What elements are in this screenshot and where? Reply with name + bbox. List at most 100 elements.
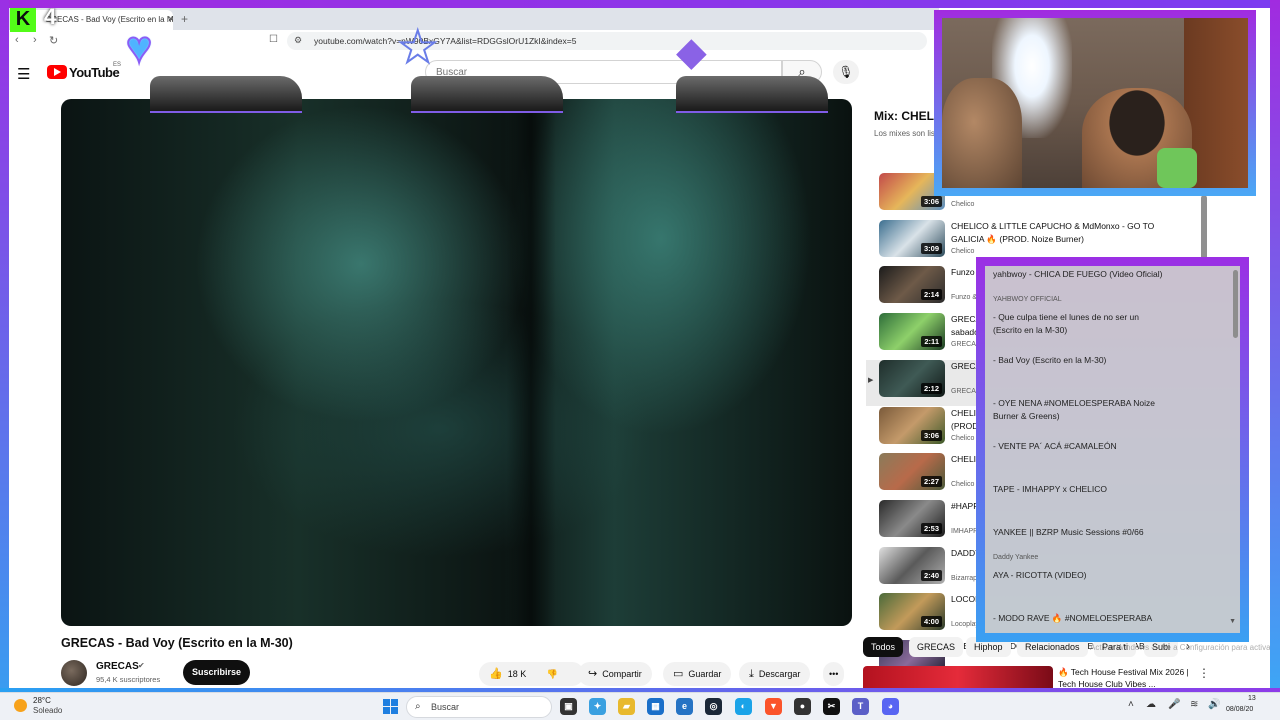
playlist-item-channel: Chelico: [951, 434, 975, 442]
clock-time[interactable]: 13: [1248, 695, 1256, 702]
playlist-thumbnail[interactable]: 2:27: [879, 453, 945, 491]
playlist-thumbnail[interactable]: 2:40: [879, 546, 945, 584]
site-info-icon[interactable]: ⚙: [294, 35, 302, 46]
taskbar-search-label: Buscar: [431, 702, 460, 712]
video-duration: 2:14: [920, 289, 942, 301]
stream-frame-left: [0, 0, 9, 692]
chip-0[interactable]: Todos: [863, 637, 904, 657]
video-duration: 2:53: [920, 522, 942, 534]
store-icon[interactable]: ▦: [647, 698, 664, 715]
playlist-thumbnail[interactable]: 2:53: [879, 499, 945, 537]
bookmark-icon[interactable]: ☐: [269, 34, 278, 45]
teams-icon[interactable]: T: [852, 698, 869, 715]
scroll-down-icon[interactable]: ▼: [1229, 618, 1236, 625]
webcam-feed: [942, 18, 1248, 188]
thumbs-up-icon: 👍: [489, 668, 503, 680]
overlay-item-title: - Que culpa tiene el lunes de no ser un …: [993, 312, 1140, 335]
url-field[interactable]: ⚙ youtube.com/watch?v=nW90BxGY7A&list=RD…: [287, 32, 927, 50]
heart-icon: ♥: [125, 23, 153, 72]
volume-icon[interactable]: 🔊: [1208, 699, 1220, 710]
overlay-item-title: - Bad Voy (Escrito en la M-30): [993, 355, 1107, 365]
tray-chevron-icon[interactable]: ˄: [1128, 699, 1134, 710]
new-tab-icon[interactable]: +: [181, 12, 188, 26]
video-duration: 3:09: [920, 242, 942, 254]
webcam-overlay: [934, 10, 1256, 196]
url-text[interactable]: youtube.com/watch?v=nW90BxGY7A&list=RDGG…: [314, 36, 576, 46]
discord-icon[interactable]: ◕: [882, 698, 899, 715]
clock-date[interactable]: 08/08/20: [1226, 706, 1253, 713]
brave-icon[interactable]: ▼: [765, 698, 782, 715]
playlist-thumbnail[interactable]: 3:06: [879, 406, 945, 444]
network-icon[interactable]: ☁: [1146, 699, 1156, 710]
screen: GRECAS - Bad Voy (Escrito en la M-30) × …: [0, 0, 1280, 720]
overlay-scrollbar[interactable]: [1233, 270, 1238, 338]
browser-app-icon[interactable]: ◐: [735, 698, 752, 715]
playlist-item-title[interactable]: CHELICO & LITTLE CAPUCHO & MdMonxo - GO …: [951, 220, 1161, 246]
verified-icon: ✔: [138, 661, 145, 670]
youtube-logo-text[interactable]: YouTube: [69, 65, 120, 80]
forward-arrow-icon[interactable]: ›: [33, 34, 37, 46]
video-duration: 2:27: [920, 476, 942, 488]
playlist-thumbnail[interactable]: 2:14: [879, 266, 945, 304]
playlist-thumbnail[interactable]: 2:11: [879, 313, 945, 351]
now-playing-icon: ▶: [868, 376, 874, 384]
wifi-icon[interactable]: ≋: [1190, 699, 1198, 710]
chip-1[interactable]: GRECAS: [909, 637, 964, 657]
weather-temperature[interactable]: 28°C: [33, 696, 51, 705]
download-icon: ⤓: [749, 668, 754, 680]
playlist-thumbnail[interactable]: 4:00: [879, 593, 945, 631]
recommendation-thumbnail[interactable]: [863, 666, 1053, 688]
download-label: Descargar: [758, 669, 801, 679]
mic-tray-icon[interactable]: 🎤: [1168, 699, 1180, 710]
channel-name[interactable]: GRECAS: [96, 661, 139, 672]
overlay-item-title: TAPE - IMHAPPY x CHELICO: [993, 484, 1107, 494]
cam-green-bag: [1157, 148, 1197, 188]
more-actions-button[interactable]: •••: [823, 662, 845, 686]
channel-avatar[interactable]: [61, 660, 87, 686]
playlist-item-channel: Chelico: [951, 481, 975, 489]
playlist-thumbnail[interactable]: 2:12: [879, 359, 945, 397]
playlist-item-channel: Chelico: [951, 201, 975, 208]
video-player[interactable]: [61, 99, 852, 626]
save-label: Guardar: [688, 669, 722, 679]
steam-icon[interactable]: ◎: [705, 698, 722, 715]
playlist-item-channel: Chelico: [951, 247, 975, 255]
menu-icon[interactable]: ☰: [17, 65, 30, 83]
thumbs-down-icon[interactable]: 👎: [547, 669, 558, 679]
share-button[interactable]: ↪ Compartir: [578, 662, 652, 686]
youtube-logo-icon[interactable]: [47, 65, 67, 79]
taskbar: 28°C Soleado ⌕ Buscar ▣ ✦ ▰ ▦ e ◎ ◐ ▼ ● …: [0, 692, 1280, 720]
back-arrow-icon[interactable]: ‹: [15, 34, 19, 46]
playlist-thumbnail[interactable]: 3:09: [879, 219, 945, 257]
weather-description[interactable]: Soleado: [33, 706, 62, 715]
tab-close-icon[interactable]: ×: [168, 14, 173, 25]
video-duration: 3:06: [920, 429, 942, 441]
video-frame-shadow: [506, 99, 556, 626]
video-duration: 2:11: [921, 336, 942, 348]
reload-icon[interactable]: ↻: [49, 34, 58, 47]
star-icon: ★: [397, 23, 438, 72]
copilot-icon[interactable]: ✦: [589, 698, 606, 715]
start-button[interactable]: [383, 699, 398, 714]
like-button[interactable]: 👍 18 K 👎: [479, 662, 584, 686]
overlay-item-title: - MODO RAVE 🔥 #NOMELOESPERABA: [993, 613, 1153, 623]
overlay-tab-middle: [411, 76, 563, 113]
save-button[interactable]: ▭ Guardar: [663, 662, 732, 686]
voice-search-button[interactable]: 🎙: [833, 60, 859, 84]
file-explorer-icon[interactable]: ▰: [618, 698, 635, 715]
region-label: ES: [113, 62, 122, 68]
overlay-item-title: AYA - RICOTTA (VIDEO): [993, 570, 1087, 580]
weather-sun-icon[interactable]: [14, 699, 27, 712]
stream-frame-top: [0, 0, 1280, 8]
obs-icon[interactable]: ●: [794, 698, 811, 715]
overlay-panel: ▼ yahbwoy - CHICA DE FUEGO (Video Oficia…: [976, 257, 1249, 642]
task-view-icon[interactable]: ▣: [560, 698, 577, 715]
download-button[interactable]: ⤓ Descargar: [739, 662, 811, 686]
taskbar-search[interactable]: ⌕ Buscar: [406, 696, 552, 718]
subscribe-button[interactable]: Suscribirse: [183, 660, 250, 685]
edge-icon[interactable]: e: [676, 698, 693, 715]
more-vert-icon[interactable]: ⋮: [1198, 666, 1210, 680]
recommendation-title[interactable]: 🔥 Tech House Festival Mix 2026 | Tech Ho…: [1058, 666, 1198, 690]
capcut-icon[interactable]: ✂: [823, 698, 840, 715]
activation-watermark: Activar Windows — Ve a Configuración par…: [1090, 643, 1280, 652]
